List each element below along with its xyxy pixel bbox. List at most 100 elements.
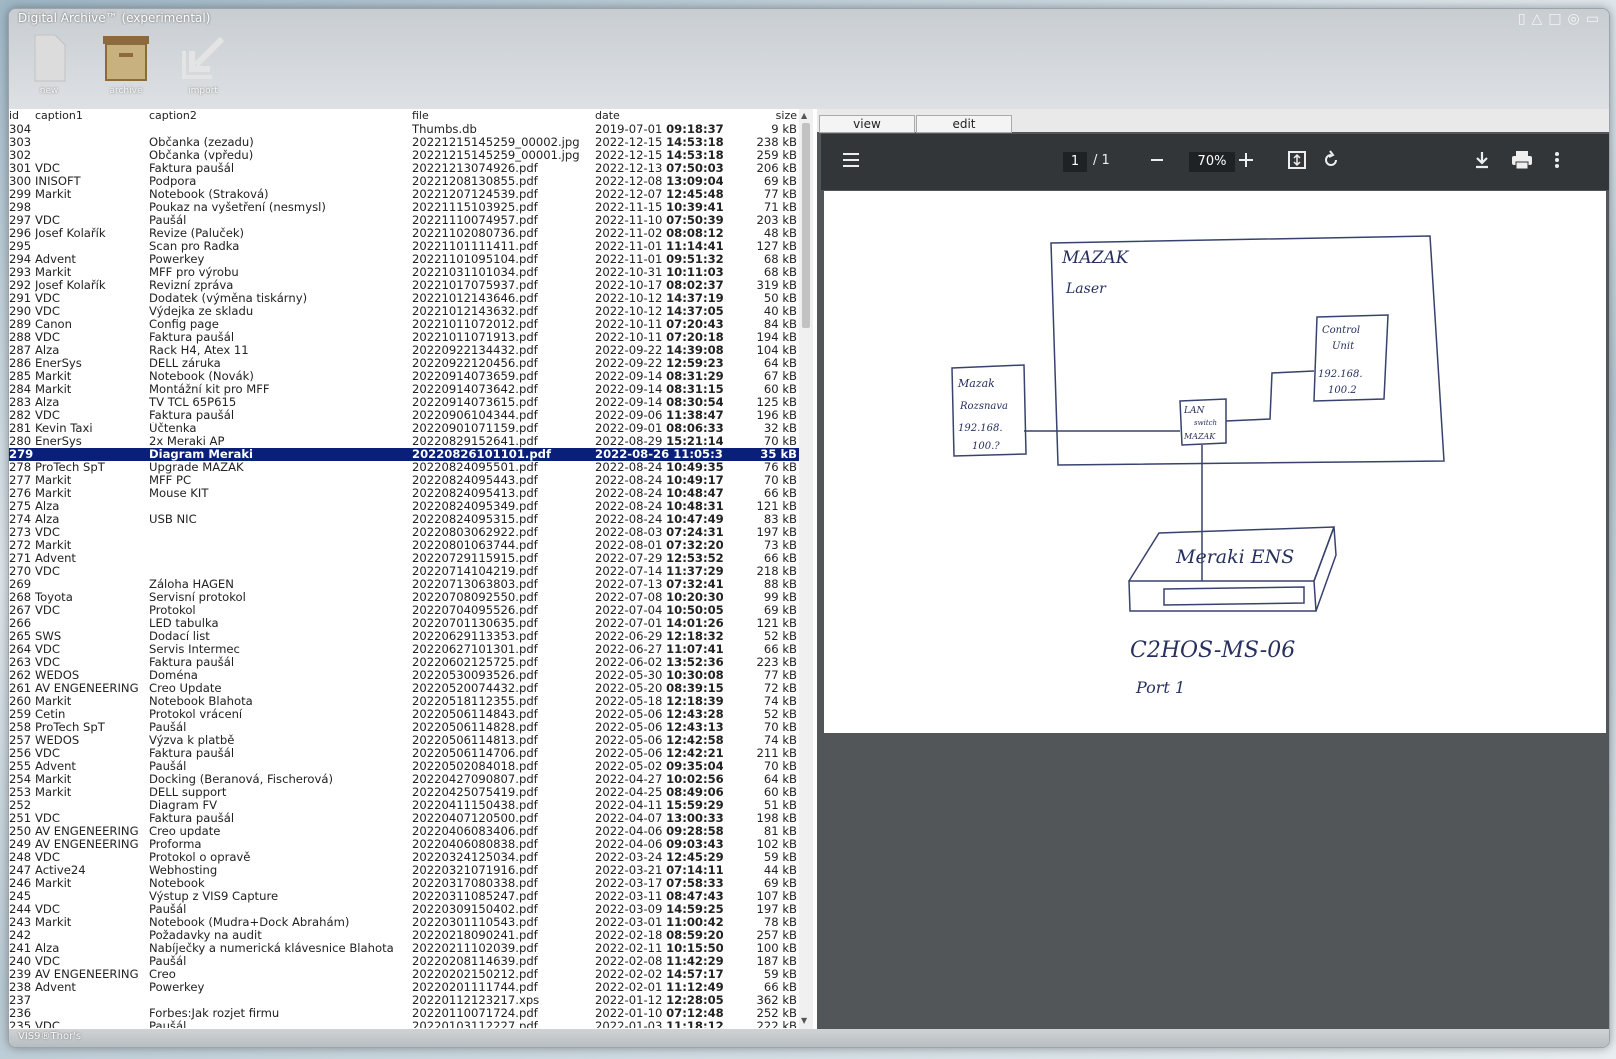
list-row[interactable]: 283 Alza TV TCL 65P615 20220914073615.pdf 20…	[9, 396, 799, 409]
list-row[interactable]: 279 Diagram Meraki 20220826101101.pdf 2022-…	[9, 448, 799, 461]
list-row[interactable]: 302 Občanka (vpředu) 20221215145259_00001.…	[9, 149, 799, 162]
list-row[interactable]: 296 Josef Kolařík Revize (Paluček) 20221102…	[9, 227, 799, 240]
list-row[interactable]: 244 VDC Paušál 20220309150402.pdf 2022-03-09…	[9, 903, 799, 916]
zoom-in-icon[interactable]	[1237, 150, 1255, 170]
list-row[interactable]: 285 Markit Notebook (Novák) 20220914073659.…	[9, 370, 799, 383]
print-icon[interactable]	[1511, 150, 1533, 170]
list-row[interactable]: 277 Markit MFF PC 20220824095443.pdf 2022-08…	[9, 474, 799, 487]
list-row[interactable]: 298 Poukaz na vyšetření (nesmysl) 20221115…	[9, 201, 799, 214]
column-header-size[interactable]: size	[724, 109, 797, 122]
more-options-icon[interactable]	[1553, 150, 1561, 170]
list-row[interactable]: 278 ProTech SpT Upgrade MAZAK 2022082409550…	[9, 461, 799, 474]
archive-button[interactable]: archive	[96, 33, 156, 96]
help-icon[interactable]: ◎	[1568, 11, 1580, 27]
list-row[interactable]: 297 VDC Paušál 20221110074957.pdf 2022-11-10…	[9, 214, 799, 227]
column-header-file[interactable]: file	[412, 109, 592, 122]
list-row[interactable]: 261 AV ENGENEERING Creo Update 202205200744…	[9, 682, 799, 695]
list-row[interactable]: 247 Active24 Webhosting 20220321071916.pdf 2…	[9, 864, 799, 877]
column-header-id[interactable]: id	[9, 109, 35, 122]
rotate-icon[interactable]	[1321, 150, 1341, 170]
list-scrollbar[interactable]: ▲ ▼	[799, 109, 813, 1029]
new-button[interactable]: new	[19, 33, 79, 96]
minimize-icon[interactable]: ▯	[1518, 11, 1526, 27]
list-row[interactable]: 304 Thumbs.db 2019-07-01 09:18:37 9 kB	[9, 123, 799, 136]
list-row[interactable]: 271 Advent 20220729115915.pdf 2022-07-29 12…	[9, 552, 799, 565]
list-row[interactable]: 266 LED tabulka 20220701130635.pdf 2022-07-…	[9, 617, 799, 630]
list-row[interactable]: 275 Alza 20220824095349.pdf 2022-08-24 10:4…	[9, 500, 799, 513]
list-row[interactable]: 267 VDC Protokol 20220704095526.pdf 2022-07-…	[9, 604, 799, 617]
list-row[interactable]: 284 Markit Montážní kit pro MFF 20220914073…	[9, 383, 799, 396]
list-row[interactable]: 249 AV ENGENEERING Proforma 20220406080838.…	[9, 838, 799, 851]
list-row[interactable]: 272 Markit 20220801063744.pdf 2022-08-01 07…	[9, 539, 799, 552]
list-row[interactable]: 238 Advent Powerkey 20220201111744.pdf 2022-…	[9, 981, 799, 994]
zoom-out-icon[interactable]	[1149, 150, 1165, 170]
list-row[interactable]: 259 Cetin Protokol vrácení 20220506114843.p…	[9, 708, 799, 721]
list-row[interactable]: 295 Scan pro Radka 20221101111411.pdf 2022-…	[9, 240, 799, 253]
scroll-down-icon[interactable]: ▼	[801, 1016, 807, 1025]
list-row[interactable]: 288 VDC Faktura paušál 20221011071913.pdf 20…	[9, 331, 799, 344]
list-row[interactable]: 264 VDC Servis Intermec 20220627101301.pdf 2…	[9, 643, 799, 656]
fit-page-icon[interactable]	[1287, 150, 1307, 170]
list-row[interactable]: 251 VDC Faktura paušál 20220407120500.pdf 20…	[9, 812, 799, 825]
list-row[interactable]: 293 Markit MFF pro výrobu 20221031101034.pd…	[9, 266, 799, 279]
list-row[interactable]: 236 Forbes:Jak rozjet firmu 20220110071724…	[9, 1007, 799, 1020]
list-row[interactable]: 280 EnerSys 2x Meraki AP 20220829152641.pdf…	[9, 435, 799, 448]
list-row[interactable]: 282 VDC Faktura paušál 20220906104344.pdf 20…	[9, 409, 799, 422]
list-row[interactable]: 258 ProTech SpT Paušál 20220506114828.pdf 20…	[9, 721, 799, 734]
maximize-icon[interactable]: □	[1548, 11, 1561, 27]
list-row[interactable]: 262 WEDOS Doména 20220530093526.pdf 2022-05-…	[9, 669, 799, 682]
list-row[interactable]: 241 Alza Nabíječky a numerická klávesnice …	[9, 942, 799, 955]
list-row[interactable]: 281 Kevin Taxi Účtenka 20220901071159.pdf 20…	[9, 422, 799, 435]
list-row[interactable]: 269 Záloha HAGEN 20220713063803.pdf 2022-07…	[9, 578, 799, 591]
triangle-icon[interactable]: △	[1532, 11, 1543, 27]
list-row[interactable]: 246 Markit Notebook 20220317080338.pdf 2022-…	[9, 877, 799, 890]
list-row[interactable]: 257 WEDOS Výzva k platbě 20220506114813.pdf…	[9, 734, 799, 747]
list-row[interactable]: 245 Výstup z VIS9 Capture 20220311085247.p…	[9, 890, 799, 903]
list-row[interactable]: 289 Canon Config page 20221011072012.pdf 202…	[9, 318, 799, 331]
column-header-date[interactable]: date	[595, 109, 723, 122]
list-row[interactable]: 273 VDC 20220803062922.pdf 2022-08-03 07:24…	[9, 526, 799, 539]
scroll-up-icon[interactable]: ▲	[801, 111, 807, 120]
list-row[interactable]: 265 SWS Dodací list 20220629113353.pdf 2022-…	[9, 630, 799, 643]
column-header-caption2[interactable]: caption2	[149, 109, 409, 122]
list-row[interactable]: 235 VDC Paušál 20220103112227.pdf 2022-01-03…	[9, 1020, 799, 1028]
tab-view[interactable]: view	[819, 115, 915, 133]
column-header-caption1[interactable]: caption1	[35, 109, 155, 122]
list-row[interactable]: 253 Markit DELL support 20220425075419.pdf 2…	[9, 786, 799, 799]
list-row[interactable]: 287 Alza Rack H4, Atex 11 20220922134432.pd…	[9, 344, 799, 357]
close-icon[interactable]: ▭	[1586, 11, 1599, 27]
list-row[interactable]: 237 20220112123217.xps 2022-01-12 12:28:05…	[9, 994, 799, 1007]
list-row[interactable]: 303 Občanka (zezadu) 20221215145259_00002.…	[9, 136, 799, 149]
tab-edit[interactable]: edit	[916, 115, 1012, 133]
zoom-level-input[interactable]: 70%	[1189, 152, 1235, 172]
list-row[interactable]: 268 Toyota Servisní protokol 20220708092550…	[9, 591, 799, 604]
list-row[interactable]: 255 Advent Paušál 20220502084018.pdf 2022-05…	[9, 760, 799, 773]
list-row[interactable]: 290 VDC Výdejka ze skladu 20221012143632.pd…	[9, 305, 799, 318]
list-row[interactable]: 292 Josef Kolařík Revizní zpráva 2022101707…	[9, 279, 799, 292]
list-row[interactable]: 286 EnerSys DELL záruka 20220922120456.pdf 2…	[9, 357, 799, 370]
list-row[interactable]: 299 Markit Notebook (Straková) 202212071245…	[9, 188, 799, 201]
list-row[interactable]: 250 AV ENGENEERING Creo update 202204060834…	[9, 825, 799, 838]
list-row[interactable]: 242 Požadavky na audit 20220218090241.pdf 2…	[9, 929, 799, 942]
list-row[interactable]: 260 Markit Notebook Blahota 20220518112355.…	[9, 695, 799, 708]
list-row[interactable]: 263 VDC Faktura paušál 20220602125725.pdf 20…	[9, 656, 799, 669]
import-button[interactable]: import	[173, 33, 233, 96]
list-row[interactable]: 276 Markit Mouse KIT 20220824095413.pdf 2022…	[9, 487, 799, 500]
list-row[interactable]: 243 Markit Notebook (Mudra+Dock Abrahám) 20…	[9, 916, 799, 929]
list-row[interactable]: 274 Alza USB NIC 20220824095315.pdf 2022-08-…	[9, 513, 799, 526]
menu-icon[interactable]	[841, 150, 861, 170]
list-row[interactable]: 240 VDC Paušál 20220208114639.pdf 2022-02-08…	[9, 955, 799, 968]
scroll-thumb[interactable]	[802, 123, 810, 328]
list-row[interactable]: 300 INISOFT Podpora 20221208130855.pdf 2022-…	[9, 175, 799, 188]
list-row[interactable]: 301 VDC Faktura paušál 20221213074926.pdf 20…	[9, 162, 799, 175]
list-row[interactable]: 294 Advent Powerkey 20221101095104.pdf 2022-…	[9, 253, 799, 266]
list-row[interactable]: 256 VDC Faktura paušál 20220506114706.pdf 20…	[9, 747, 799, 760]
page-number-input[interactable]: 1	[1063, 152, 1087, 172]
list-row[interactable]: 248 VDC Protokol o opravě 20220324125034.pd…	[9, 851, 799, 864]
list-row[interactable]: 239 AV ENGENEERING Creo 20220202150212.pdf 2…	[9, 968, 799, 981]
list-row[interactable]: 252 Diagram FV 20220411150438.pdf 2022-04-1…	[9, 799, 799, 812]
list-row[interactable]: 254 Markit Docking (Beranová, Fischerová) 2…	[9, 773, 799, 786]
download-icon[interactable]	[1473, 150, 1491, 170]
list-row[interactable]: 270 VDC 20220714104219.pdf 2022-07-14 11:37…	[9, 565, 799, 578]
list-row[interactable]: 291 VDC Dodatek (výměna tiskárny) 202210121…	[9, 292, 799, 305]
